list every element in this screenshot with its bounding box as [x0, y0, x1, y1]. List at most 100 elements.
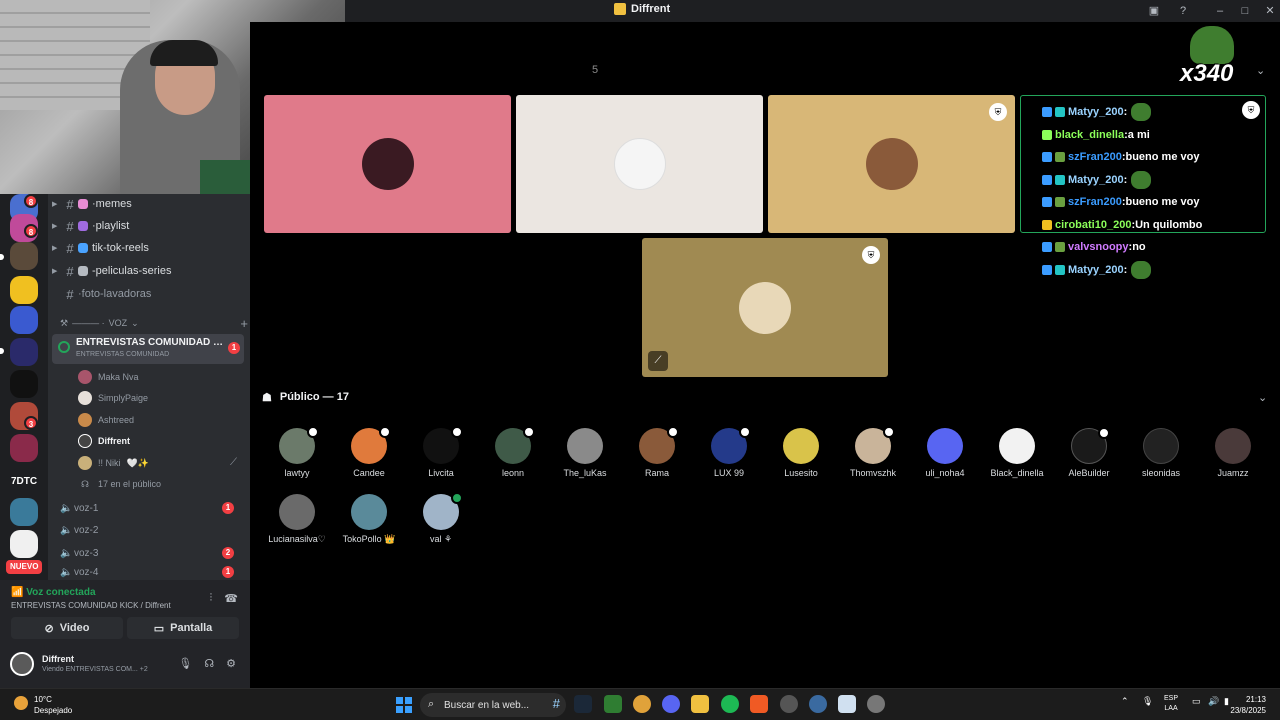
noise-suppression-icon[interactable]: ⫶	[210, 592, 213, 605]
close-icon[interactable]: ✕	[1262, 3, 1278, 19]
user-panel[interactable]: Diffrent Viendo ENTREVISTAS COM... +2 🎙 …	[10, 650, 240, 680]
speaker-tile[interactable]: ⛨	[768, 95, 1015, 233]
audience-member[interactable]: val ⚘	[409, 492, 473, 545]
active-voice-channel[interactable]: ENTREVISTAS COMUNIDAD K... ENTREVISTAS C…	[52, 334, 244, 364]
voice-channel[interactable]: 🔈 voz-2	[60, 520, 240, 540]
voice-user[interactable]: Maka Nva	[78, 368, 139, 386]
disconnect-icon[interactable]: ☎	[224, 592, 238, 605]
tray-expand-icon[interactable]: ⌃	[1121, 696, 1129, 707]
audience-member[interactable]: lawtyy	[265, 426, 329, 478]
audience-header[interactable]: ☗ Público — 17	[262, 391, 349, 404]
help-icon[interactable]: ?	[1175, 3, 1191, 19]
user-status-extra: +2	[139, 666, 148, 673]
voice-channel[interactable]: 🔈 voz-3 2	[60, 543, 240, 563]
speaker-tile[interactable]: ⛨ ⟋	[642, 238, 888, 377]
audience-name: lawtyy	[284, 468, 310, 478]
speaker-icon: 🔈	[60, 547, 73, 559]
voice-channel[interactable]: 🔈 voz-4 1	[60, 565, 240, 579]
audience-name: Thomvszhk	[849, 468, 896, 478]
hashtag-icon: #	[552, 696, 560, 711]
active-voice-badge: 1	[228, 342, 240, 354]
app-icon[interactable]	[809, 695, 827, 713]
screen-share-button[interactable]: ▭ Pantalla	[127, 617, 239, 639]
chat-line: szFran200 : bueno me voy	[1042, 146, 1262, 169]
battery-icon[interactable]: ▮	[1224, 696, 1229, 707]
channel-memes[interactable]: ▶ # · memes	[52, 194, 244, 214]
minimize-icon[interactable]: –	[1212, 3, 1228, 19]
speaker-tile[interactable]	[264, 95, 511, 233]
audience-count[interactable]: ☊ 17 en el público	[78, 475, 161, 493]
start-button[interactable]	[396, 697, 412, 713]
chevron-down-icon[interactable]: ⌄	[1258, 391, 1267, 404]
voice-user[interactable]: SimplyPaige	[78, 389, 148, 407]
inbox-icon[interactable]: ▣	[1146, 3, 1162, 19]
server-icon[interactable]	[10, 370, 38, 398]
audience-member[interactable]: leonn	[481, 426, 545, 478]
audience-member[interactable]: Candee	[337, 426, 401, 478]
folder-icon[interactable]	[691, 695, 709, 713]
chat-sep: :	[1123, 106, 1128, 119]
brave-icon[interactable]	[750, 695, 768, 713]
channel-tiktok[interactable]: ▶ # tik-tok-reels	[52, 238, 244, 258]
tray-mic-icon[interactable]: 🎙	[1142, 696, 1153, 707]
server-icon[interactable]	[10, 434, 38, 462]
voice-category[interactable]: ⚒ ——— · VOZ ⌄ +	[60, 316, 248, 331]
audience-member[interactable]: Juamzz	[1201, 428, 1265, 478]
settings-icon[interactable]	[867, 695, 885, 713]
avatar	[351, 494, 387, 530]
app-icon[interactable]	[780, 695, 798, 713]
video-button[interactable]: ⊘ Video	[11, 617, 123, 639]
audience-member[interactable]: Black_dinella	[985, 428, 1049, 478]
steam-icon[interactable]	[574, 695, 592, 713]
server-icon[interactable]	[10, 306, 38, 334]
server-icon[interactable]	[10, 338, 38, 366]
server-icon-7dtc[interactable]: 7DTC	[10, 468, 38, 496]
microphone-icon[interactable]: 🎙	[178, 657, 192, 670]
maximize-icon[interactable]: □	[1237, 3, 1253, 19]
spotify-icon[interactable]	[721, 695, 739, 713]
server-icon[interactable]	[10, 276, 38, 304]
voice-user-name: !! Niki	[98, 458, 121, 468]
xbox-icon[interactable]	[604, 695, 622, 713]
channel-foto-lavadoras[interactable]: # · foto-lavadoras	[52, 284, 244, 304]
voice-channel-label: voz-2	[74, 524, 99, 536]
audience-member[interactable]: Thomvszhk	[841, 426, 905, 478]
server-icon[interactable]	[10, 242, 38, 270]
voice-user[interactable]: Ashtreed	[78, 411, 134, 429]
speaker-tile[interactable]	[516, 95, 763, 233]
audience-member[interactable]: uli_noha4	[913, 428, 977, 478]
voice-user[interactable]: !! Niki 🤍✨	[78, 454, 149, 472]
volume-icon[interactable]: 🔊	[1208, 696, 1219, 707]
audience-member[interactable]: sleonidas	[1129, 428, 1193, 478]
settings-gear-icon[interactable]: ⚙	[226, 657, 236, 670]
audience-member[interactable]: AleBuilder	[1057, 427, 1121, 478]
audience-member[interactable]: LUX 99	[697, 426, 761, 478]
discord-icon[interactable]	[662, 695, 680, 713]
audience-member[interactable]: TokoPollo 👑	[337, 494, 401, 545]
notepad-icon[interactable]	[838, 695, 856, 713]
audience-member[interactable]: Rama	[625, 426, 689, 478]
language-indicator[interactable]: ESP LAA	[1164, 694, 1178, 714]
channel-peliculas[interactable]: ▶ # -peliculas-series	[52, 261, 244, 281]
headphones-icon[interactable]: ☊	[204, 657, 214, 670]
channel-playlist[interactable]: ▶ # · playlist	[52, 216, 244, 236]
voice-channel[interactable]: 🔈 voz-1 1	[60, 498, 240, 518]
chevron-down-icon[interactable]: ⌄	[1256, 64, 1265, 77]
audience-member[interactable]: Livcita	[409, 426, 473, 478]
voice-user[interactable]: Diffrent	[78, 432, 130, 450]
network-icon[interactable]: ▭	[1192, 696, 1201, 707]
audience-member[interactable]: Lucianasilva♡	[265, 494, 329, 545]
server-icon[interactable]	[10, 530, 38, 558]
system-clock[interactable]: 21:13 23/8/2025	[1230, 694, 1266, 716]
audience-member[interactable]: The_luKas	[553, 428, 617, 478]
add-channel-icon[interactable]: +	[240, 316, 248, 331]
taskbar-search[interactable]: ⌕ Buscar en la web... #	[420, 693, 566, 717]
hash-icon: #	[66, 218, 74, 234]
avatar	[999, 428, 1035, 464]
chrome-icon[interactable]	[633, 695, 651, 713]
audience-member[interactable]: Lusesito	[769, 428, 833, 478]
voice-channel-path[interactable]: ENTREVISTAS COMUNIDAD KICK / Diffrent	[11, 601, 171, 610]
audience-label: Público — 17	[279, 391, 349, 403]
server-icon[interactable]	[10, 498, 38, 526]
signal-icon: 📶	[11, 587, 24, 598]
